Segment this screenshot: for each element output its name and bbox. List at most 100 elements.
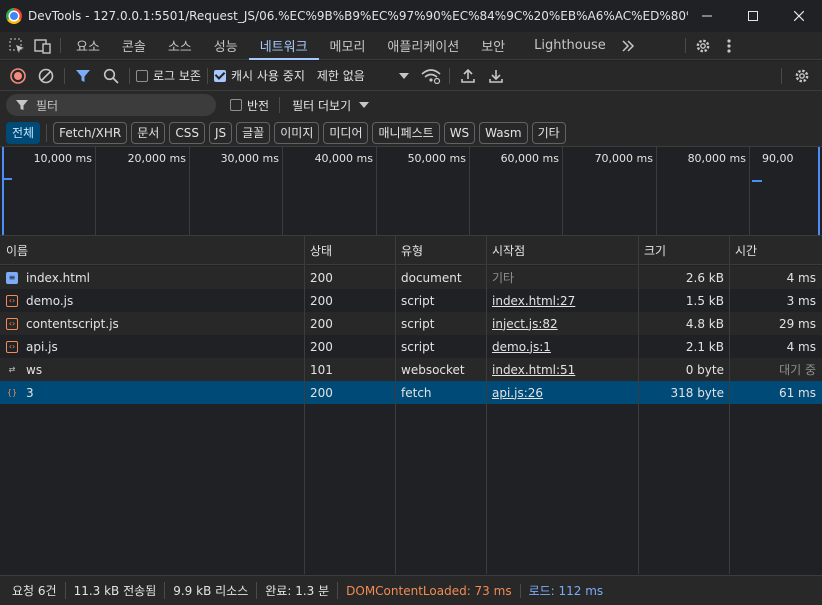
table-row[interactable]: ≡ index.html 200 document 기타 2.6 kB 4 ms: [0, 266, 822, 289]
column-type[interactable]: 유형: [395, 236, 423, 265]
type-filter-css[interactable]: CSS: [169, 121, 205, 144]
settings-button[interactable]: [690, 32, 716, 59]
table-row[interactable]: ‹› api.js 200 script demo.js:1 2.1 kB 4 ms: [0, 335, 822, 358]
divider: [684, 38, 686, 53]
type-filter-font[interactable]: 글꼴: [236, 121, 271, 144]
type-filter-doc[interactable]: 문서: [131, 121, 166, 144]
more-filters-label: 필터 더보기: [292, 98, 352, 113]
tab-performance[interactable]: 성능: [203, 32, 249, 59]
gear-icon: [795, 69, 809, 82]
column-time[interactable]: 시간: [729, 236, 757, 265]
more-tabs-button[interactable]: [617, 32, 639, 59]
cell-status: 200: [310, 316, 333, 331]
column-divider[interactable]: [729, 236, 730, 574]
column-divider[interactable]: [395, 236, 396, 574]
window-titlebar: DevTools - 127.0.0.1:5501/Request_JS/06.…: [0, 0, 822, 32]
type-filter-manifest[interactable]: 매니페스트: [372, 121, 440, 144]
tab-network[interactable]: 네트워크: [248, 32, 319, 60]
column-divider[interactable]: [486, 236, 487, 574]
cell-name[interactable]: ‹› contentscript.js: [6, 312, 300, 335]
maximize-button[interactable]: [730, 0, 776, 32]
cell-type: fetch: [401, 385, 432, 400]
type-filter-wasm[interactable]: Wasm: [479, 121, 528, 144]
divider: [448, 67, 450, 84]
table-row[interactable]: ‹› demo.js 200 script index.html:27 1.5 kB 3 m…: [0, 289, 822, 312]
dom-content-loaded: DOMContentLoaded: 73 ms: [338, 583, 521, 598]
network-settings-button[interactable]: [790, 64, 814, 88]
column-initiator[interactable]: 시작점: [486, 236, 525, 265]
divider: [60, 38, 61, 53]
disable-cache-checkbox[interactable]: 캐시 사용 중지: [213, 67, 305, 84]
clear-button[interactable]: [34, 64, 58, 88]
filter-input[interactable]: 필터: [6, 94, 216, 116]
device-toolbar-button[interactable]: [30, 32, 56, 59]
column-status[interactable]: 상태: [304, 236, 332, 265]
more-options-button[interactable]: [716, 32, 742, 59]
cell-name[interactable]: ‹› api.js: [6, 335, 300, 358]
cell-initiator[interactable]: index.html:27: [492, 289, 632, 312]
table-row[interactable]: ‹› contentscript.js 200 script inject.js:82 4…: [0, 312, 822, 335]
search-button[interactable]: [99, 64, 123, 88]
filter-toggle-button[interactable]: [71, 64, 95, 88]
disable-cache-label: 캐시 사용 중지: [230, 69, 305, 83]
divider: [64, 67, 65, 84]
type-filter-all[interactable]: 전체: [6, 121, 41, 144]
type-filter-media[interactable]: 미디어: [323, 121, 369, 144]
cell-name[interactable]: ⇄ ws: [6, 358, 300, 381]
cell-time: 61 ms: [778, 385, 816, 400]
tab-lighthouse[interactable]: Lighthouse: [516, 32, 617, 59]
checkbox-unchecked[interactable]: [136, 69, 148, 82]
cell-size: 2.1 kB: [685, 339, 724, 354]
cell-initiator[interactable]: inject.js:82: [492, 312, 632, 335]
tick-label: 20,000 ms: [127, 152, 186, 165]
cell-type: websocket: [401, 362, 465, 377]
checkbox-checked[interactable]: [213, 69, 226, 82]
more-filters-dropdown[interactable]: 필터 더보기: [292, 97, 370, 114]
type-filter-img[interactable]: 이미지: [274, 121, 320, 144]
cell-size: 4.8 kB: [685, 316, 724, 331]
cell-initiator[interactable]: index.html:51: [492, 358, 632, 381]
cell-name[interactable]: ‹› demo.js: [6, 289, 300, 312]
tab-security[interactable]: 보안: [470, 32, 516, 59]
column-divider[interactable]: [304, 236, 305, 574]
invert-checkbox[interactable]: 반전: [230, 97, 269, 114]
tick-label: 90,00: [762, 152, 794, 165]
tab-console[interactable]: 콘솔: [111, 32, 157, 59]
cell-initiator[interactable]: api.js:26: [492, 381, 632, 404]
tab-application[interactable]: 애플리케이션: [376, 32, 470, 59]
import-har-button[interactable]: [456, 64, 480, 88]
divider: [129, 67, 130, 84]
websocket-icon: ⇄: [8, 365, 16, 374]
network-conditions-button[interactable]: [419, 64, 443, 88]
cell-name[interactable]: {} 3: [6, 381, 300, 404]
throttling-select[interactable]: 제한 없음: [317, 67, 409, 84]
initiator-link[interactable]: inject.js:82: [492, 317, 558, 331]
network-overview[interactable]: 10,000 ms 20,000 ms 30,000 ms 40,000 ms …: [0, 147, 822, 236]
tab-elements[interactable]: 요소: [65, 32, 111, 59]
close-button[interactable]: [776, 0, 822, 32]
initiator-link[interactable]: demo.js:1: [492, 340, 551, 354]
cell-name[interactable]: ≡ index.html: [6, 266, 300, 289]
type-filter-other[interactable]: 기타: [531, 121, 566, 144]
fetch-icon: {}: [6, 388, 18, 397]
tab-sources[interactable]: 소스: [157, 32, 203, 59]
tab-memory[interactable]: 메모리: [319, 32, 377, 59]
export-har-button[interactable]: [484, 64, 508, 88]
record-button[interactable]: [6, 64, 30, 88]
initiator-link[interactable]: api.js:26: [492, 386, 543, 400]
inspect-element-button[interactable]: [4, 32, 30, 59]
column-name[interactable]: 이름: [0, 236, 28, 265]
column-divider[interactable]: [638, 236, 639, 574]
column-size[interactable]: 크기: [638, 236, 666, 265]
type-filter-js[interactable]: JS: [208, 121, 233, 144]
checkbox-unchecked[interactable]: [230, 99, 242, 111]
table-row[interactable]: {} 3 200 fetch api.js:26 318 byte 61 ms: [0, 381, 822, 404]
cell-initiator[interactable]: demo.js:1: [492, 335, 632, 358]
table-row[interactable]: ⇄ ws 101 websocket index.html:51 0 byte 대기 중: [0, 358, 822, 381]
type-filter-ws[interactable]: WS: [443, 121, 476, 144]
minimize-button[interactable]: [684, 0, 730, 32]
initiator-link[interactable]: index.html:27: [492, 294, 575, 308]
initiator-link[interactable]: index.html:51: [492, 363, 575, 377]
type-filter-fetch-xhr[interactable]: Fetch/XHR: [53, 121, 128, 144]
preserve-log-checkbox[interactable]: 로그 보존: [136, 67, 201, 84]
